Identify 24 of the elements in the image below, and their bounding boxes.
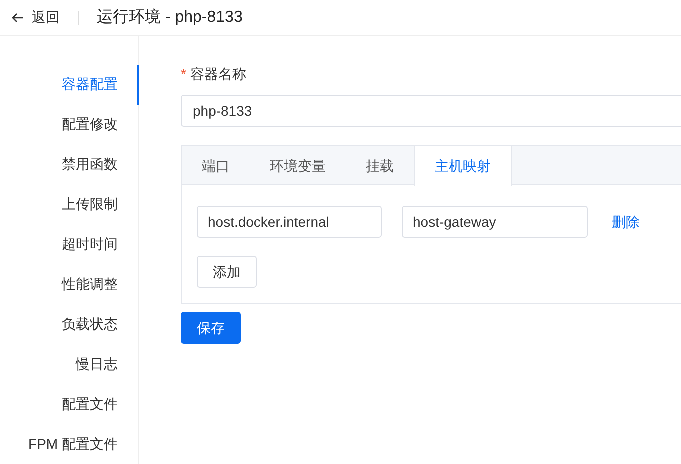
- tab[interactable]: 环境变量: [250, 146, 346, 186]
- tab[interactable]: 主机映射: [414, 146, 512, 186]
- sidebar-item[interactable]: 负载状态: [0, 304, 139, 344]
- sidebar-item[interactable]: 慢日志: [0, 344, 139, 384]
- sidebar-item[interactable]: 配置修改: [0, 104, 139, 145]
- sidebar-item[interactable]: 超时时间: [0, 224, 139, 265]
- back-arrow-icon: [12, 12, 24, 22]
- tab[interactable]: 端口: [182, 146, 250, 186]
- tab[interactable]: 挂载: [346, 146, 414, 186]
- field-label: * 容器名称: [181, 65, 248, 84]
- sidebar-item[interactable]: 性能调整: [0, 264, 139, 304]
- sidebar-item[interactable]: FPM 配置文件: [0, 424, 139, 464]
- input-field[interactable]: host-gateway: [402, 206, 588, 238]
- add-button[interactable]: 添加: [197, 256, 257, 288]
- input-field[interactable]: php-8133: [181, 95, 681, 127]
- input-field[interactable]: host.docker.internal: [197, 206, 382, 238]
- sidebar-item[interactable]: 配置文件: [0, 384, 139, 424]
- sidebar-item[interactable]: 禁用函数: [0, 144, 139, 185]
- back-button[interactable]: 返回: [12, 7, 60, 28]
- sidebar-item[interactable]: 上传限制: [0, 184, 139, 225]
- save-button[interactable]: 保存: [181, 312, 241, 344]
- sidebar-item[interactable]: 容器配置: [0, 65, 139, 105]
- delete-link[interactable]: 删除: [612, 212, 640, 232]
- page-title: 运行环境 - php-8133: [97, 8, 243, 28]
